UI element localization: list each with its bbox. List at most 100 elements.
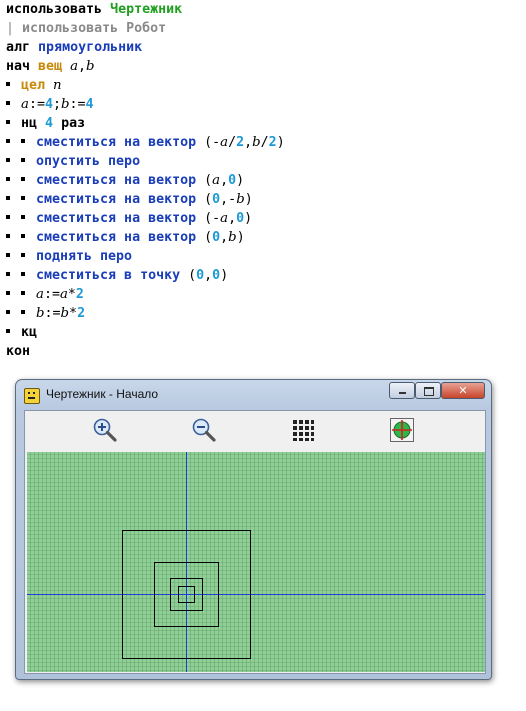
paren: (	[204, 211, 213, 226]
minimize-button[interactable]	[389, 382, 415, 399]
code-line-8: сместиться на вектор (-a/2,b/2)	[6, 133, 285, 152]
code-line-12: сместиться на вектор (-a,0)	[6, 209, 252, 228]
number: 2	[268, 135, 277, 150]
assign-op: :=	[44, 306, 61, 321]
code-line-13: сместиться на вектор (0,b)	[6, 228, 245, 247]
paren: )	[244, 211, 253, 226]
close-icon: ✕	[458, 384, 468, 397]
comma: ,	[204, 268, 213, 283]
zoom-in-button[interactable]	[92, 417, 118, 443]
indent-dot	[6, 272, 10, 276]
indent-dot	[21, 291, 25, 295]
indent-dot	[6, 291, 10, 295]
assign-op: :=	[69, 97, 86, 112]
minus: -	[212, 211, 221, 226]
number: 4	[44, 97, 53, 112]
slash: /	[260, 135, 269, 150]
var-n: n	[53, 78, 62, 93]
minus: -	[228, 192, 237, 207]
number: 2	[75, 287, 84, 302]
comma: ,	[228, 211, 237, 226]
semicolon: ;	[52, 97, 61, 112]
number: 0	[236, 211, 245, 226]
indent-dot	[21, 272, 25, 276]
algorithm-name: прямоугольник	[38, 40, 143, 55]
type-real: вещ	[38, 59, 63, 74]
minus: -	[212, 135, 221, 150]
keyword-use: использовать	[6, 2, 103, 17]
window-titlebar[interactable]: Чертежник - Начало ✕	[16, 380, 491, 410]
code-line-3: алг прямоугольник	[6, 38, 142, 57]
keyword-begin: нач	[6, 59, 31, 74]
indent-dot	[6, 253, 10, 257]
paren: (	[204, 192, 213, 207]
code-line-18: кц	[6, 323, 37, 342]
code-line-16: a:=a*2	[6, 285, 84, 304]
keyword-end: кон	[6, 344, 31, 359]
number: 0	[196, 268, 205, 283]
keyword-loop: нц	[21, 116, 38, 131]
comma: ,	[220, 173, 229, 188]
code-line-2: | использовать Робот	[6, 19, 166, 38]
grid-toggle-button[interactable]	[290, 417, 316, 443]
var-b: b	[228, 230, 237, 245]
indent-dot	[21, 139, 25, 143]
paren: (	[204, 135, 213, 150]
indent-dot	[6, 215, 10, 219]
comma: ,	[244, 135, 253, 150]
indent-dot	[21, 196, 25, 200]
indent-dot	[6, 310, 10, 314]
maximize-button[interactable]	[415, 382, 441, 399]
number: 0	[228, 173, 237, 188]
var-a: a	[220, 211, 229, 226]
var-a: a	[59, 287, 68, 302]
var-a: a	[36, 287, 44, 302]
comma: ,	[220, 230, 229, 245]
executor-name-robot: Робот	[126, 21, 167, 36]
indent-dot	[6, 196, 10, 200]
paren: )	[276, 135, 285, 150]
keyword-use-disabled: использовать	[22, 21, 119, 36]
window-title: Чертежник - Начало	[46, 387, 159, 401]
number: 0	[212, 230, 221, 245]
close-button[interactable]: ✕	[441, 382, 485, 399]
command-pen-down: опустить перо	[36, 154, 141, 169]
indent-dot	[21, 177, 25, 181]
zoom-out-icon	[192, 418, 216, 442]
var-b: b	[36, 306, 45, 321]
comment-bar: |	[6, 21, 15, 36]
indent-dot	[6, 120, 10, 124]
command-move-vector: сместиться на вектор	[36, 211, 197, 226]
zoom-out-button[interactable]	[191, 417, 217, 443]
executor-name-drawer: Чертежник	[110, 2, 183, 17]
var-b: b	[236, 192, 245, 207]
drawing-canvas[interactable]	[27, 452, 485, 672]
code-editor[interactable]: использовать Чертежник | использовать Ро…	[0, 0, 526, 372]
indent-dot	[6, 234, 10, 238]
indent-dot	[6, 82, 10, 86]
var-b: b	[86, 59, 95, 74]
code-line-14: поднять перо	[6, 247, 132, 266]
indent-dot	[6, 139, 10, 143]
drawer-window: Чертежник - Начало ✕	[15, 379, 492, 680]
indent-dot	[6, 158, 10, 162]
paren: (	[188, 268, 197, 283]
indent-dot	[21, 158, 25, 162]
code-line-15: сместиться в точку (0,0)	[6, 266, 228, 285]
indent-dot	[21, 215, 25, 219]
slash: /	[228, 135, 237, 150]
var-b: b	[60, 306, 70, 321]
keyword-end-loop: кц	[21, 325, 38, 340]
command-move-vector: сместиться на вектор	[36, 135, 197, 150]
paren: )	[236, 173, 245, 188]
code-line-7: нц 4 раз	[6, 114, 85, 133]
code-line-10: сместиться на вектор (a,0)	[6, 171, 244, 190]
assign-op: :=	[28, 97, 45, 112]
fit-view-button[interactable]	[389, 417, 415, 443]
code-line-17: b:=b*2	[6, 304, 85, 323]
var-a: a	[220, 135, 229, 150]
number: 0	[212, 268, 221, 283]
command-move-vector: сместиться на вектор	[36, 192, 197, 207]
number: 2	[236, 135, 245, 150]
comma: ,	[78, 59, 87, 74]
